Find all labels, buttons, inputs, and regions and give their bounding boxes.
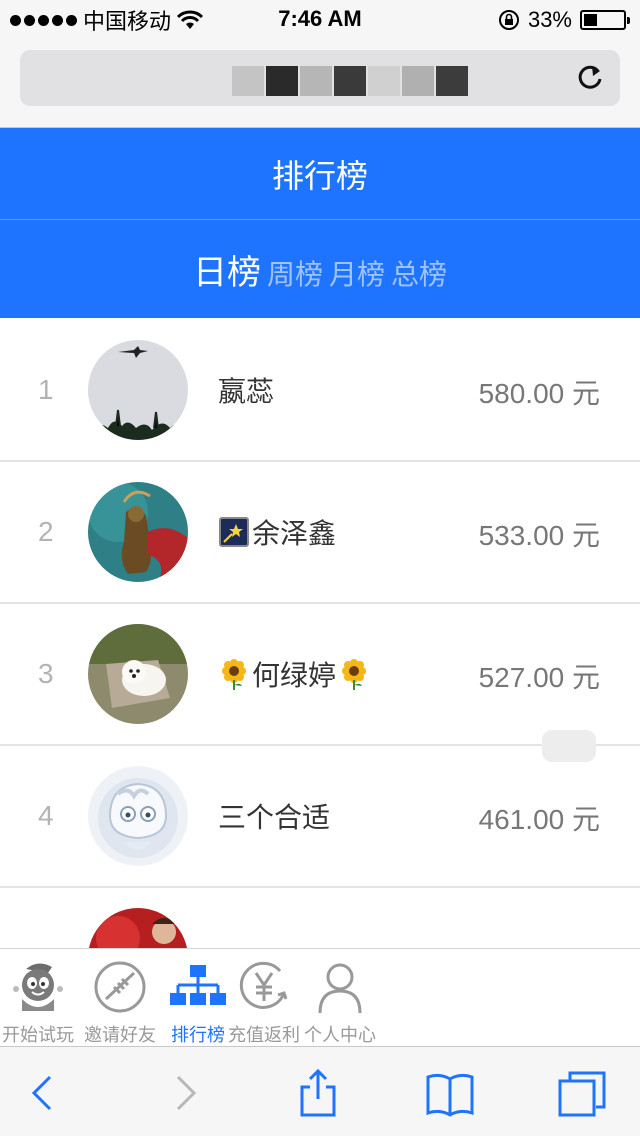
rank-number: 4	[38, 800, 54, 831]
leaderboard-row[interactable]: 3 何绿婷 527.00 元	[0, 604, 640, 746]
chevron-right-icon	[176, 1075, 197, 1111]
ranking-tabs: 日榜 周榜 月榜 总榜	[0, 220, 640, 318]
page-title-bar: 排行榜	[0, 128, 640, 220]
avatar	[88, 340, 188, 440]
share-button[interactable]	[294, 1068, 342, 1117]
player-name: 何绿婷	[218, 654, 370, 694]
battery-icon	[580, 10, 630, 30]
chevron-left-icon	[31, 1075, 52, 1111]
back-button[interactable]	[20, 1069, 68, 1117]
tab-daily[interactable]: 日榜	[193, 245, 261, 294]
url-field[interactable]	[20, 50, 620, 106]
nav-label: 个人中心	[304, 1025, 376, 1045]
tab-monthly[interactable]: 月榜	[329, 245, 385, 293]
avatar	[88, 908, 188, 948]
forward-button[interactable]	[160, 1069, 208, 1117]
bookmarks-button[interactable]	[426, 1069, 474, 1117]
browser-address-area	[0, 40, 640, 128]
rank-number: 2	[38, 516, 54, 547]
player-name: 余泽鑫	[218, 512, 336, 552]
tabs-button[interactable]	[558, 1069, 606, 1117]
scroll-indicator	[542, 730, 596, 762]
leaderboard-row[interactable]: 2 余泽鑫 533.00 元	[0, 462, 640, 604]
status-bar: 中国移动 7:46 AM 33%	[0, 0, 640, 40]
redacted-url	[232, 66, 468, 96]
browser-toolbar	[0, 1046, 640, 1136]
avatar	[88, 766, 188, 866]
player-amount: 580.00 元	[478, 378, 600, 409]
mascot-icon	[13, 963, 63, 1011]
nav-label: 邀请好友	[84, 1025, 156, 1045]
share-icon	[300, 1068, 336, 1117]
leaderboard-list[interactable]: 1 嬴蕊 580.00 元 2 余泽鑫 533.00 元 3 何绿婷 527.0…	[0, 320, 640, 948]
leaderboard-row[interactable]: 1 嬴蕊 580.00 元	[0, 320, 640, 462]
player-name: 嬴蕊	[218, 376, 275, 407]
nav-label: 充值返利	[228, 1025, 300, 1045]
rank-number: 3	[38, 658, 54, 689]
battery-group: 33%	[498, 6, 630, 34]
book-icon	[426, 1073, 474, 1117]
reload-icon[interactable]	[574, 62, 606, 94]
rank-number: 1	[38, 374, 54, 405]
orientation-lock-icon	[498, 10, 519, 30]
sunflower-icon	[218, 658, 250, 690]
nav-label: 排行榜	[171, 1025, 225, 1045]
app-bottom-nav: 开始试玩 邀请好友 排行榜 充值返利 个人中心	[0, 948, 640, 1046]
person-icon	[318, 963, 362, 1014]
battery-percent: 33%	[527, 7, 572, 32]
football-icon	[94, 961, 146, 1013]
avatar	[88, 482, 188, 582]
page-title: 排行榜	[271, 157, 368, 194]
nav-label: 开始试玩	[2, 1025, 74, 1045]
nav-leaderboard[interactable]: 排行榜	[160, 949, 236, 1047]
leaderboard-row[interactable]: 4 三个合适 461.00 元	[0, 746, 640, 888]
leaderboard-row-partial[interactable]	[0, 888, 640, 948]
nav-personal-center[interactable]: 个人中心	[302, 949, 378, 1047]
nav-start-trial[interactable]: 开始试玩	[0, 949, 76, 1047]
tab-weekly[interactable]: 周榜	[267, 245, 323, 293]
tab-total[interactable]: 总榜	[391, 245, 447, 293]
sunflower-icon	[338, 658, 370, 690]
player-amount: 527.00 元	[478, 662, 600, 693]
shooting-star-icon	[218, 516, 250, 548]
player-amount: 533.00 元	[478, 520, 600, 551]
avatar	[88, 624, 188, 724]
player-name: 三个合适	[218, 802, 331, 833]
tabs-icon	[558, 1071, 606, 1117]
yuan-icon	[239, 961, 288, 1009]
nav-recharge-rebate[interactable]: 充值返利	[226, 949, 302, 1047]
org-chart-icon	[170, 965, 226, 1005]
player-amount: 461.00 元	[478, 804, 600, 835]
nav-invite-friends[interactable]: 邀请好友	[82, 949, 158, 1047]
